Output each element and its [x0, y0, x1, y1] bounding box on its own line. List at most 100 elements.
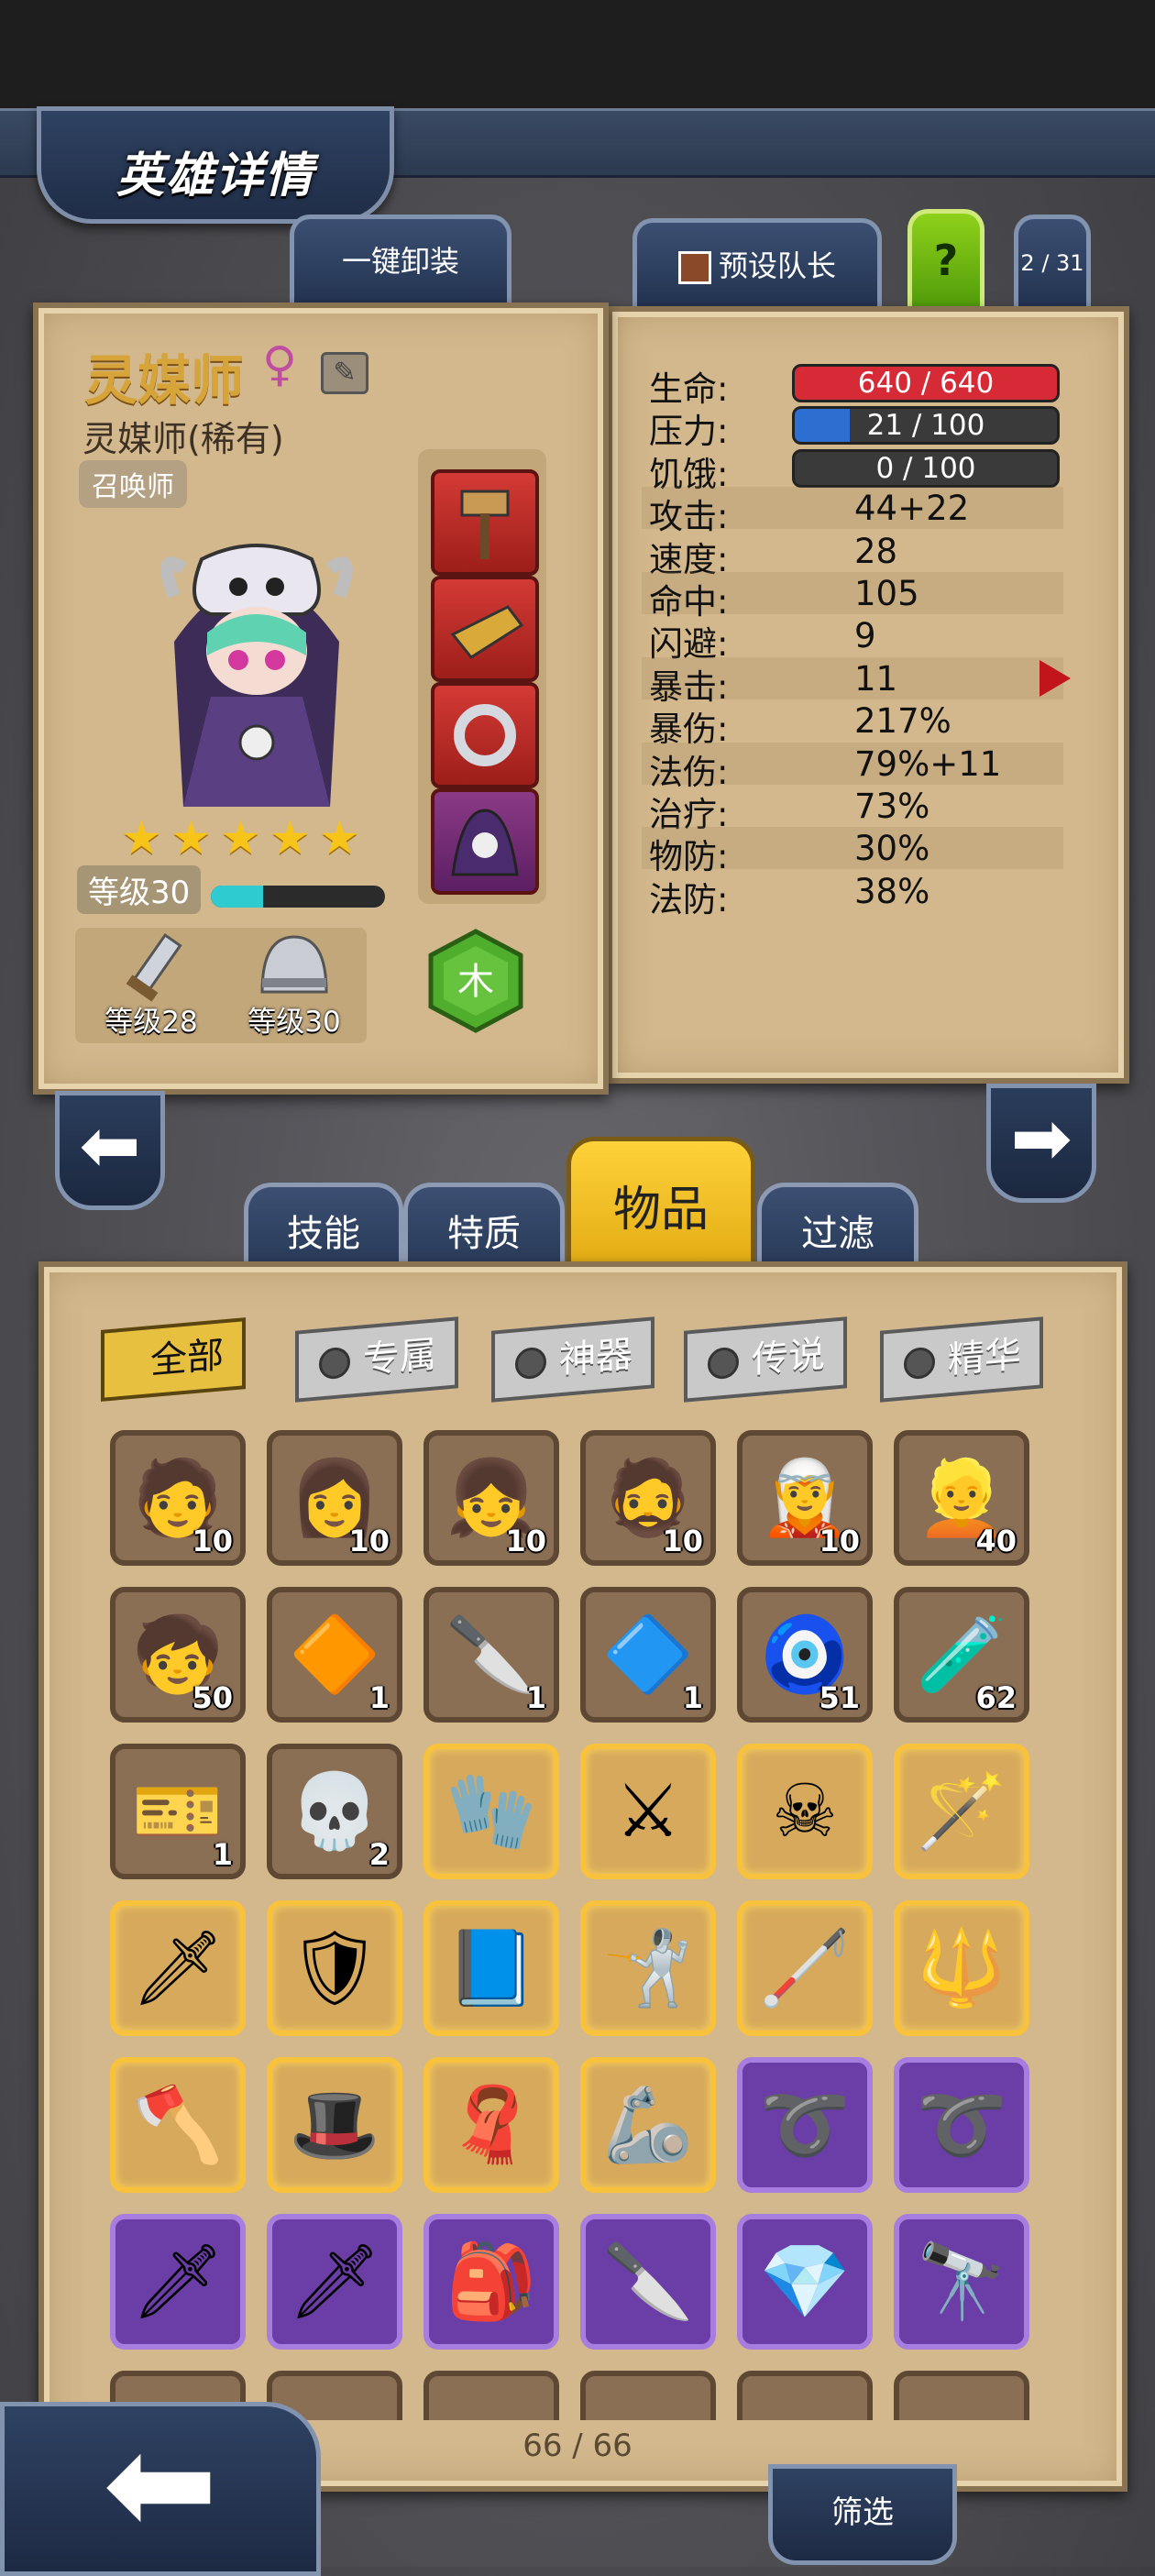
item-slot[interactable]: 🔷 1	[580, 1587, 716, 1723]
item-slot[interactable]: 🦾	[580, 2057, 716, 2193]
filter-tag-all[interactable]: 全部	[101, 1317, 246, 1402]
equip-slot-gauntlet[interactable]	[431, 576, 539, 682]
item-slot[interactable]: 👧 10	[424, 1430, 559, 1566]
xp-fill	[211, 886, 263, 908]
help-button[interactable]: ?	[908, 209, 984, 311]
tab-items[interactable]: 物品	[566, 1137, 755, 1279]
item-slot[interactable]: 🧿 51	[737, 1587, 873, 1723]
stat-row: 速度: 28	[642, 530, 1063, 579]
hero-class-badge: 召唤师	[79, 460, 187, 508]
spyglass-icon: 🔭	[916, 2239, 1007, 2324]
item-slot[interactable]: 🎫 1	[110, 1744, 246, 1879]
item-slot[interactable]: 🔪	[580, 2214, 716, 2350]
item-slot[interactable]	[894, 2371, 1029, 2420]
filter-tag-legend[interactable]: 传说	[684, 1316, 847, 1403]
item-slot[interactable]: 📘	[424, 1900, 559, 2036]
radio-dot-icon	[515, 1346, 546, 1381]
filter-tag-artifact[interactable]: 神器	[491, 1316, 654, 1403]
item-slot[interactable]: ➰	[737, 2057, 873, 2193]
unequip-all-label: 一键卸装	[341, 244, 459, 279]
rename-pencil-icon[interactable]: ✎	[321, 352, 368, 394]
hero-name: 灵媒师	[84, 349, 245, 412]
weapon-level: 等级28	[104, 1006, 198, 1039]
item-slot[interactable]: 👱 40	[894, 1430, 1029, 1566]
stat-row: 饥饿: 0 / 100	[642, 445, 1063, 494]
top-black-bar	[0, 0, 1155, 108]
prev-hero-button[interactable]: ⬅	[55, 1091, 165, 1210]
stat-label: 法防:	[649, 879, 729, 919]
filter-button[interactable]: 筛选	[768, 2464, 957, 2565]
item-slot[interactable]: 🧤	[424, 1744, 559, 1879]
equipment-column	[418, 449, 546, 904]
stat-value: 44+22	[854, 489, 970, 529]
item-slot[interactable]: 👩 10	[267, 1430, 402, 1566]
item-slot[interactable]: ⚔	[580, 1744, 716, 1879]
gauntlet-icon	[450, 605, 524, 659]
stat-bar: 0 / 100	[792, 448, 1060, 488]
equip-slot-ring[interactable]	[431, 682, 539, 788]
item-slot[interactable]: 🗡	[267, 2214, 402, 2350]
item-slot[interactable]: 🧪 62	[894, 1587, 1029, 1723]
star-icon: ★	[220, 811, 261, 864]
checkbox-icon[interactable]	[677, 251, 711, 284]
armor-gear[interactable]: 等级30	[226, 928, 363, 1043]
item-slot[interactable]: 🪄	[894, 1744, 1029, 1879]
item-slot[interactable]: 🔱	[894, 1900, 1029, 2036]
filter-tag-exclusive[interactable]: 专属	[295, 1316, 458, 1403]
item-slot[interactable]: 🧝 10	[737, 1430, 873, 1566]
stat-value: 11	[854, 658, 898, 699]
item-slot[interactable]: 💀 2	[267, 1744, 402, 1879]
filter-tag-label: 精华	[948, 1333, 1021, 1382]
claw-gauntlet-icon: 🦾	[602, 2082, 694, 2167]
item-slot[interactable]: ☠	[737, 1744, 873, 1879]
help-icon: ?	[933, 236, 959, 285]
item-slot[interactable]: 🗡	[110, 2214, 246, 2350]
xp-bar	[211, 886, 385, 908]
backpack-icon: 🎒	[446, 2239, 537, 2324]
expand-stats-arrow-icon[interactable]	[1040, 660, 1071, 697]
next-hero-button[interactable]: ➡	[986, 1084, 1096, 1203]
item-slot[interactable]: 🧣	[424, 2057, 559, 2193]
filter-tag-label: 专属	[363, 1333, 436, 1382]
item-slot[interactable]: 🎒	[424, 2214, 559, 2350]
filter-tag-essence[interactable]: 精华	[880, 1316, 1043, 1403]
preset-leader-button[interactable]: 预设队长	[632, 218, 882, 311]
item-slot[interactable]	[424, 2371, 559, 2420]
item-slot[interactable]: 🪓	[110, 2057, 246, 2193]
item-slot[interactable]: 🛡	[267, 1900, 402, 2036]
item-slot[interactable]: 🎩	[267, 2057, 402, 2193]
filter-button-label: 筛选	[831, 2494, 894, 2531]
stat-row: 暴伤: 217%	[642, 699, 1063, 749]
item-count: 40	[975, 1524, 1017, 1558]
back-button[interactable]: ⬅	[0, 2402, 321, 2576]
equip-slot-hammer[interactable]	[431, 469, 539, 576]
page-title: 英雄详情	[116, 149, 314, 204]
item-slot[interactable]: 🧒 50	[110, 1587, 246, 1723]
item-slot[interactable]	[737, 2371, 873, 2420]
item-slot[interactable]: 💎	[737, 2214, 873, 2350]
wood-element-icon: 木	[428, 929, 523, 1033]
item-slot[interactable]: 🔭	[894, 2214, 1029, 2350]
hero-portrait	[160, 544, 353, 807]
item-slot[interactable]: 🤺	[580, 1900, 716, 2036]
unequip-all-button[interactable]: 一键卸装	[290, 215, 512, 309]
item-slot[interactable]	[580, 2371, 716, 2420]
stat-row: 法伤: 79%+11	[642, 742, 1063, 792]
item-slot[interactable]: ➰	[894, 2057, 1029, 2193]
reaper-cloak-icon	[451, 809, 519, 876]
item-slot[interactable]: 🔪 1	[424, 1587, 559, 1723]
item-slot[interactable]: 🧑 10	[110, 1430, 246, 1566]
item-slot[interactable]: 🔶 1	[267, 1587, 402, 1723]
whip-icon: ➰	[916, 2082, 1007, 2167]
item-slot[interactable]: 🧔 10	[580, 1430, 716, 1566]
item-count: 51	[819, 1680, 860, 1715]
item-count: 1	[212, 1837, 233, 1872]
stat-bar: 21 / 100	[792, 406, 1060, 446]
star-icon: ★	[170, 811, 212, 864]
equip-slot-cloak[interactable]	[431, 788, 539, 895]
item-slot[interactable]: 🗡	[110, 1900, 246, 2036]
item-count: 10	[348, 1524, 390, 1558]
weapon-gear[interactable]: 等级28	[82, 928, 220, 1043]
item-slot[interactable]: 🦯	[737, 1900, 873, 2036]
armor-level: 等级30	[248, 1006, 341, 1039]
